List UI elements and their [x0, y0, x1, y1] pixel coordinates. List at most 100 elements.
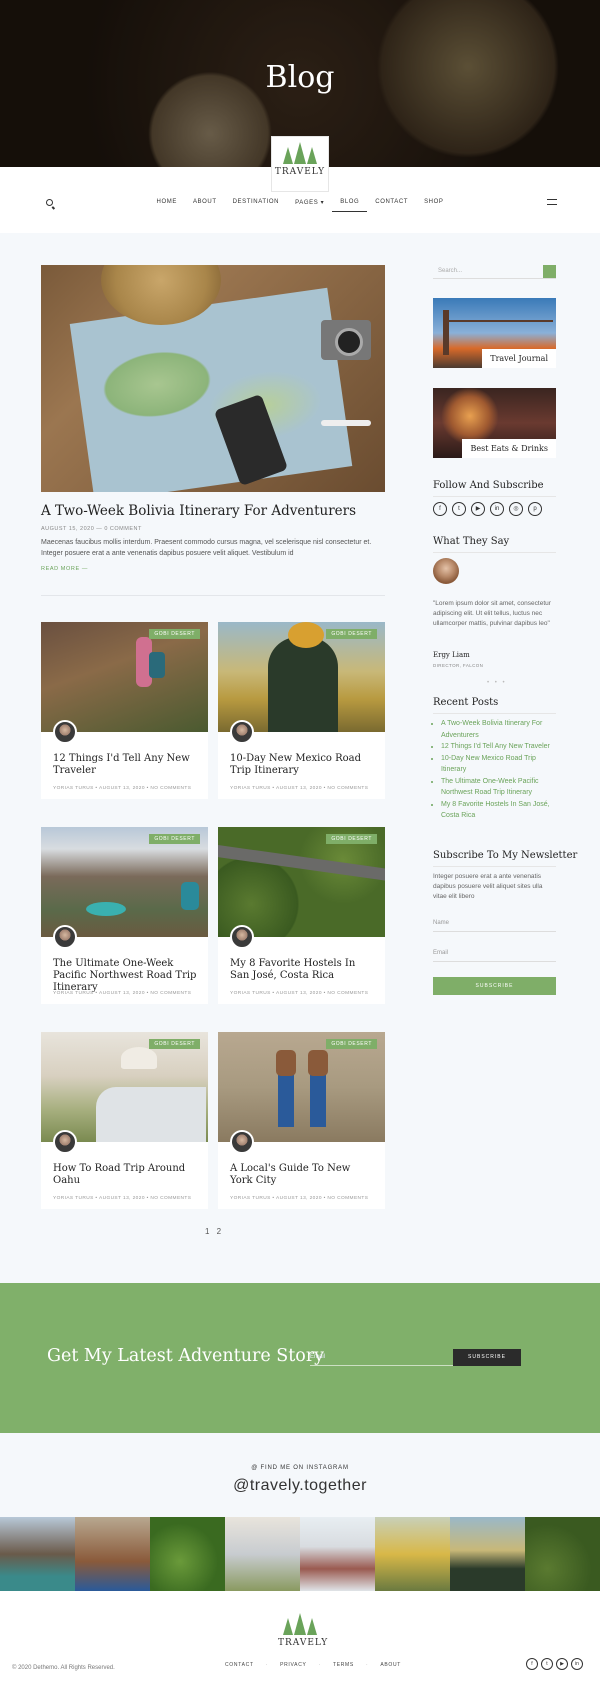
- band-email-input[interactable]: Email: [310, 1351, 453, 1366]
- instagram-photo[interactable]: [375, 1517, 450, 1591]
- nav-contact[interactable]: CONTACT: [367, 199, 416, 212]
- instagram-photo[interactable]: [150, 1517, 225, 1591]
- avatar: [230, 925, 254, 949]
- instagram-photo[interactable]: [300, 1517, 375, 1591]
- post-card[interactable]: GOBI DESERT How To Road Trip Around Oahu…: [41, 1032, 208, 1209]
- post-card-meta: YORIAS TURUS • AUGUST 13, 2020 • NO COMM…: [53, 1196, 192, 1201]
- nav-pages[interactable]: PAGES ▾: [287, 199, 332, 212]
- recent-posts-heading: Recent Posts: [433, 697, 557, 714]
- category-badge[interactable]: GOBI DESERT: [149, 834, 200, 844]
- post-card[interactable]: GOBI DESERT My 8 Favorite Hostels In San…: [218, 827, 385, 1004]
- avatar: [230, 1130, 254, 1154]
- instagram-icon[interactable]: ◎: [509, 502, 523, 516]
- recent-post-link[interactable]: The Ultimate One-Week Pacific Northwest …: [441, 776, 559, 799]
- nav-destination[interactable]: DESTINATION: [225, 199, 288, 212]
- recent-post-link[interactable]: 12 Things I'd Tell Any New Traveler: [441, 741, 559, 753]
- travel-journal-banner[interactable]: Travel Journal: [433, 298, 556, 368]
- testimonial-heading: What They Say: [433, 536, 557, 553]
- best-eats-label[interactable]: Best Eats & Drinks: [462, 439, 556, 458]
- logo-text: TRAVELY: [274, 167, 326, 177]
- footer-link-contact[interactable]: CONTACT: [215, 1662, 264, 1668]
- recent-post-link[interactable]: A Two-Week Bolivia Itinerary For Adventu…: [441, 718, 559, 741]
- band-title: Get My Latest Adventure Story: [47, 1346, 325, 1366]
- instagram-photo[interactable]: [525, 1517, 600, 1591]
- category-badge[interactable]: GOBI DESERT: [326, 834, 377, 844]
- post-card[interactable]: GOBI DESERT 12 Things I'd Tell Any New T…: [41, 622, 208, 799]
- youtube-icon[interactable]: ▶: [556, 1658, 568, 1670]
- post-card-meta: YORIAS TURUS • AUGUST 13, 2020 • NO COMM…: [53, 786, 192, 791]
- instagram-photo[interactable]: [0, 1517, 75, 1591]
- post-card[interactable]: GOBI DESERT The Ultimate One-Week Pacifi…: [41, 827, 208, 1004]
- email-field[interactable]: Email: [433, 948, 556, 962]
- instagram-handle[interactable]: @travely.together: [0, 1477, 600, 1495]
- featured-post-meta: AUGUST 15, 2020 — 0 COMMENT: [41, 526, 142, 532]
- testimonial-quote: "Lorem ipsum dolor sit amet, consectetur…: [433, 600, 551, 627]
- instagram-photo[interactable]: [225, 1517, 300, 1591]
- recent-posts-list: A Two-Week Bolivia Itinerary For Adventu…: [441, 718, 559, 822]
- carousel-dots[interactable]: • • •: [487, 680, 507, 686]
- post-card[interactable]: GOBI DESERT A Local's Guide To New York …: [218, 1032, 385, 1209]
- category-badge[interactable]: GOBI DESERT: [326, 629, 377, 639]
- search-input[interactable]: Search...: [438, 268, 462, 274]
- pinterest-icon[interactable]: p: [528, 502, 542, 516]
- twitter-icon[interactable]: t: [452, 502, 466, 516]
- footer-social-icons: f t ▶ in: [526, 1658, 583, 1670]
- band-subscribe-button[interactable]: SUBSCRIBE: [453, 1349, 521, 1366]
- pagination[interactable]: 1 2: [205, 1227, 221, 1236]
- post-card-title[interactable]: The Ultimate One-Week Pacific Northwest …: [53, 958, 198, 994]
- name-field[interactable]: Name: [433, 918, 556, 932]
- footer-link-about[interactable]: ABOUT: [370, 1662, 411, 1668]
- instagram-photo[interactable]: [75, 1517, 150, 1591]
- nav-blog[interactable]: BLOG: [332, 199, 368, 212]
- category-badge[interactable]: GOBI DESERT: [149, 1039, 200, 1049]
- nav-home[interactable]: HOME: [149, 199, 185, 212]
- nav-about[interactable]: ABOUT: [185, 199, 225, 212]
- footer-logo[interactable]: TRAVELY: [278, 1608, 329, 1648]
- newsletter-text: Integer posuere erat a ante venenatis da…: [433, 873, 543, 900]
- linkedin-icon[interactable]: in: [490, 502, 504, 516]
- facebook-icon[interactable]: f: [526, 1658, 538, 1670]
- avatar: [53, 1130, 77, 1154]
- recent-post-link[interactable]: 10-Day New Mexico Road Trip Itinerary: [441, 753, 559, 776]
- testimonial-role: DIRECTOR, FALCON: [433, 663, 484, 668]
- footer-link-terms[interactable]: TERMS: [323, 1662, 364, 1668]
- instagram-photo[interactable]: [450, 1517, 525, 1591]
- post-card-title[interactable]: 10-Day New Mexico Road Trip Itinerary: [230, 753, 375, 777]
- post-card-meta: YORIAS TURUS • AUGUST 13, 2020 • NO COMM…: [230, 991, 369, 996]
- featured-post-title[interactable]: A Two-Week Bolivia Itinerary For Adventu…: [41, 503, 356, 519]
- post-card-title[interactable]: How To Road Trip Around Oahu: [53, 1163, 198, 1187]
- divider: [41, 595, 385, 596]
- nav-shop[interactable]: SHOP: [416, 199, 451, 212]
- twitter-icon[interactable]: t: [541, 1658, 553, 1670]
- search-button[interactable]: [543, 265, 556, 278]
- footer-link-privacy[interactable]: PRIVACY: [270, 1662, 316, 1668]
- newsletter-heading: Subscribe To My Newsletter: [433, 850, 578, 867]
- social-icons: f t ▶ in ◎ p: [433, 502, 542, 516]
- avatar: [53, 720, 77, 744]
- post-card-title[interactable]: A Local's Guide To New York City: [230, 1163, 375, 1187]
- subscribe-button[interactable]: SUBSCRIBE: [433, 977, 556, 995]
- post-card-meta: YORIAS TURUS • AUGUST 13, 2020 • NO COMM…: [230, 1196, 369, 1201]
- linkedin-icon[interactable]: in: [571, 1658, 583, 1670]
- facebook-icon[interactable]: f: [433, 502, 447, 516]
- page-title: Blog: [265, 60, 335, 95]
- category-badge[interactable]: GOBI DESERT: [149, 629, 200, 639]
- post-card-title[interactable]: 12 Things I'd Tell Any New Traveler: [53, 753, 198, 777]
- testimonial-name: Ergy Liam: [433, 651, 470, 659]
- post-card[interactable]: GOBI DESERT 10-Day New Mexico Road Trip …: [218, 622, 385, 799]
- travel-journal-label[interactable]: Travel Journal: [482, 349, 556, 368]
- avatar: [53, 925, 77, 949]
- best-eats-banner[interactable]: Best Eats & Drinks: [433, 388, 556, 458]
- category-badge[interactable]: GOBI DESERT: [326, 1039, 377, 1049]
- site-logo[interactable]: TRAVELY: [271, 136, 329, 192]
- youtube-icon[interactable]: ▶: [471, 502, 485, 516]
- recent-post-link[interactable]: My 8 Favorite Hostels In San José, Costa…: [441, 799, 559, 822]
- featured-post-image[interactable]: [41, 265, 385, 492]
- instagram-subtitle: @ FIND ME ON INSTAGRAM: [251, 1465, 349, 1471]
- hamburger-menu-icon[interactable]: [547, 199, 557, 205]
- post-card-title[interactable]: My 8 Favorite Hostels In San José, Costa…: [230, 958, 375, 982]
- footer-logo-text: TRAVELY: [278, 1638, 329, 1648]
- read-more-link[interactable]: READ MORE —: [41, 566, 88, 572]
- sidebar-search[interactable]: Search...: [433, 265, 556, 279]
- follow-heading: Follow And Subscribe: [433, 480, 556, 497]
